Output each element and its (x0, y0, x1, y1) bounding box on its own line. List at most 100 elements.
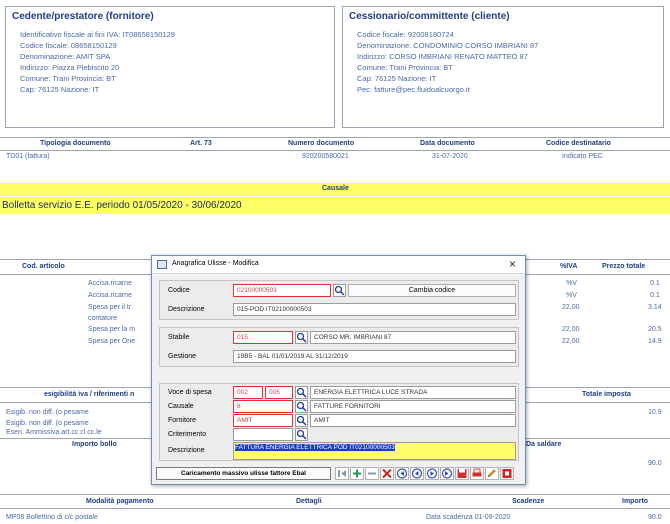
descrizione2-label: Descrizione (168, 447, 205, 454)
summary-row: Esen. Ammissiva art.cc cl cc.le (6, 429, 102, 436)
line-desc: Accisa.ricarne (88, 292, 132, 299)
exit-button[interactable] (500, 467, 514, 480)
nav-prev-button[interactable] (410, 467, 424, 480)
stabile-search-button[interactable] (295, 331, 308, 344)
save-button[interactable] (455, 467, 469, 480)
nav-first-button[interactable] (335, 467, 349, 480)
voce-search-button[interactable] (295, 386, 308, 399)
causale-search-button[interactable] (295, 400, 308, 413)
payment-header: Modalità pagamento (86, 498, 154, 505)
fornitore-search-button[interactable] (295, 414, 308, 427)
buyer-line: Codice fiscale: 92008180724 (357, 30, 454, 39)
caricamento-massivo-label: Caricamento massivo ulisse fattore Ebal (181, 470, 306, 477)
first-circle-icon (396, 468, 408, 479)
stabile-desc-input[interactable]: CORSO MR. IMBRIANI 87 (310, 331, 516, 344)
search-icon (296, 415, 307, 426)
doc-type-value: TD01 (fattura) (6, 153, 50, 160)
line-total: 20.5 (648, 326, 662, 333)
seller-line: Denominazione: AMIT SPA (20, 52, 111, 61)
descrizione2-selected-text: FATTURA ENERGIA ELETTRICA POD IT02100000… (235, 444, 395, 451)
doc-header: Numero documento (288, 140, 355, 147)
buyer-line: Cap: 76125 Nazione: IT (357, 74, 437, 83)
buyer-line: Denominazione: CONDOMINIO CORSO IMBRIANI… (357, 41, 539, 50)
voce-code1-input[interactable]: 002 (233, 386, 263, 399)
plus-icon (353, 469, 361, 478)
nav-last-button[interactable] (440, 467, 454, 480)
seller-line: Identificativo fiscale ai fini IVA: IT08… (20, 30, 175, 39)
buyer-line: Comune: Trani Provincia: BT (357, 63, 453, 72)
caricamento-massivo-button[interactable]: Caricamento massivo ulisse fattore Ebal (156, 467, 331, 480)
voce-desc-input[interactable]: ENERGIA ELETTRICA LUCE STRADA (310, 386, 516, 399)
descrizione-input[interactable]: 015-POD IT02100000503 (233, 303, 516, 316)
summary-extra-value: 90.0 (648, 460, 662, 467)
criterio-code-input[interactable] (233, 428, 293, 441)
add-record-button[interactable] (350, 467, 364, 480)
line-iva: 22,00 (562, 304, 580, 311)
criterio-search-button[interactable] (295, 428, 308, 441)
doc-header: Codice destinatario (546, 140, 611, 147)
codice-search-button[interactable] (333, 284, 346, 297)
doc-header: Tipologia documento (40, 140, 111, 147)
edit-button[interactable] (485, 467, 499, 480)
print-button[interactable] (470, 467, 484, 480)
summary-row: Esigib. non diff. (o pesame (6, 409, 89, 416)
close-icon[interactable]: × (509, 257, 516, 271)
seller-title: Cedente/prestatore (fornitore) (12, 11, 154, 22)
line-desc: Accisa.ricarne (88, 280, 132, 287)
lines-header-iva: %IVA (560, 263, 578, 270)
last-circle-icon (441, 468, 453, 479)
dialog-titlebar[interactable]: Anagrafica Ulisse - Modifica × (152, 256, 525, 274)
line-desc: Spesa per la m (88, 326, 136, 333)
codice-input[interactable]: 02100000503 (233, 284, 331, 297)
nav-first-circle-button[interactable] (395, 467, 409, 480)
voce-label: Voce di spesa (168, 389, 212, 396)
minus-icon (368, 472, 376, 475)
seller-line: Codice fiscale: 08658150129 (20, 41, 117, 50)
payment-header: Importo (622, 498, 649, 505)
buyer-line: Pec: fatture@pec.fluidoalcuorgo.it (357, 85, 470, 94)
fornitore-code-input[interactable]: AMIT (233, 414, 293, 427)
codice-label: Codice (168, 287, 190, 294)
line-desc: Spesa per One (88, 338, 136, 345)
search-icon (296, 429, 307, 440)
line-desc: contatore (88, 315, 118, 322)
first-record-icon (338, 470, 346, 477)
causale-label: Causale (168, 403, 194, 410)
gestione-input[interactable]: 19B5 - BAL 01/01/2019 AL 31/12/2019 (233, 350, 516, 363)
line-iva: %V (566, 280, 577, 287)
seller-line: Cap: 76125 Nazione: IT (20, 85, 100, 94)
summary-header: esigibilità iva / riferimenti n (44, 391, 135, 398)
fornitore-desc-input[interactable]: AMIT (310, 414, 516, 427)
payment-header: Dettagli (296, 498, 322, 505)
cambia-codice-button[interactable]: Cambia codice (348, 284, 516, 297)
search-icon (334, 285, 345, 296)
payment-header: Scadenze (512, 498, 545, 505)
codice-group: Codice 02100000503 Cambia codice Descriz… (159, 280, 519, 320)
delete-record-button[interactable] (380, 467, 394, 480)
line-iva: 22,00 (562, 338, 580, 345)
summary-total-header: Totale imposta (582, 391, 631, 398)
fornitore-label: Fornitore (168, 417, 197, 424)
nav-next-button[interactable] (425, 467, 439, 480)
delete-x-icon (382, 468, 392, 479)
search-icon (296, 387, 307, 398)
line-iva: 22,00 (562, 326, 580, 333)
prev-circle-icon (411, 468, 423, 479)
voce-code2-input[interactable]: 005 (265, 386, 293, 399)
causale-desc-input[interactable]: FATTURE FORNITORI (310, 400, 516, 413)
doc-date-value: 31-07-2020 (432, 153, 468, 160)
causale-header: Causale (0, 183, 670, 196)
stabile-code-input[interactable]: 015 (233, 331, 293, 344)
cambia-codice-label: Cambia codice (408, 287, 456, 294)
buyer-line: Indirizzo: CORSO IMBRIANI RENATO MATTEO … (357, 52, 528, 61)
da-saldare-header: Da saldare (526, 441, 562, 448)
seller-panel: Cedente/prestatore (fornitore) Identific… (5, 6, 335, 128)
descrizione2-textarea[interactable]: FATTURA ENERGIA ELETTRICA POD IT02100000… (233, 442, 516, 460)
lines-header-total: Prezzo totale (602, 263, 646, 270)
spesa-group: Voce di spesa 002 005 ENERGIA ELETTRICA … (159, 383, 519, 461)
pencil-icon (487, 469, 496, 478)
exit-icon (502, 469, 512, 478)
remove-record-button[interactable] (365, 467, 379, 480)
causale-code-input[interactable]: 8 (233, 400, 293, 413)
seller-line: Indirizzo: Piazza Plebiscito 20 (20, 63, 120, 72)
